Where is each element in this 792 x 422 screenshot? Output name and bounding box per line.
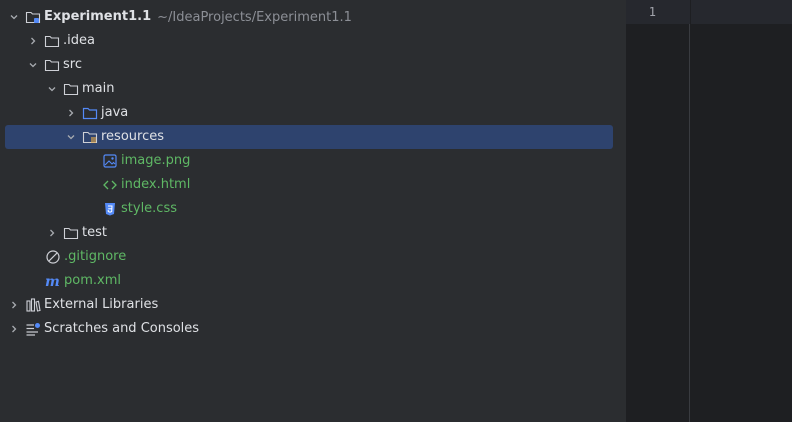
tree-node-resources[interactable]: resources bbox=[0, 125, 626, 149]
tree-node-scratches-and-consoles[interactable]: Scratches and Consoles bbox=[0, 317, 626, 341]
node-label: image.png bbox=[121, 153, 191, 168]
tree-node-test[interactable]: test bbox=[0, 221, 626, 245]
node-label: index.html bbox=[121, 177, 191, 192]
node-label: pom.xml bbox=[64, 273, 121, 288]
tree-node-idea[interactable]: .idea bbox=[0, 29, 626, 53]
folder-icon bbox=[44, 57, 60, 73]
scratches-icon bbox=[25, 321, 41, 337]
editor-pane[interactable]: 1 bbox=[626, 0, 792, 422]
project-path: ~/IdeaProjects/Experiment1.1 bbox=[157, 9, 352, 25]
chevron-down-icon[interactable] bbox=[64, 130, 78, 144]
folder-icon bbox=[44, 33, 60, 49]
node-label: .gitignore bbox=[64, 249, 127, 264]
node-label: External Libraries bbox=[44, 297, 159, 312]
tree-node-gitignore[interactable]: .gitignore bbox=[0, 245, 626, 269]
tree-node-src[interactable]: src bbox=[0, 53, 626, 77]
tree-node-project-root[interactable]: Experiment1.1 ~/IdeaProjects/Experiment1… bbox=[0, 5, 626, 29]
maven-file-icon: m bbox=[45, 273, 61, 289]
chevron-right-icon[interactable] bbox=[64, 106, 78, 120]
tree-node-pom-xml[interactable]: m pom.xml bbox=[0, 269, 626, 293]
node-label: Scratches and Consoles bbox=[44, 321, 200, 336]
image-file-icon bbox=[102, 153, 118, 169]
folder-icon bbox=[63, 225, 79, 241]
tree-node-java[interactable]: java bbox=[0, 101, 626, 125]
css-file-icon bbox=[102, 201, 118, 217]
node-label: resources bbox=[101, 129, 165, 144]
chevron-down-icon[interactable] bbox=[7, 10, 21, 24]
chevron-down-icon[interactable] bbox=[26, 58, 40, 72]
node-label: java bbox=[101, 105, 129, 120]
source-folder-icon bbox=[82, 105, 98, 121]
node-label: style.css bbox=[121, 201, 177, 216]
node-label: .idea bbox=[63, 33, 95, 48]
html-file-icon bbox=[102, 177, 118, 193]
module-folder-icon bbox=[25, 9, 41, 25]
node-label: main bbox=[82, 81, 115, 96]
tree-node-external-libraries[interactable]: External Libraries bbox=[0, 293, 626, 317]
tree-node-main[interactable]: main bbox=[0, 77, 626, 101]
node-label: test bbox=[82, 225, 107, 240]
node-label: src bbox=[63, 57, 82, 72]
tree-node-style-css[interactable]: style.css bbox=[0, 197, 626, 221]
chevron-right-icon[interactable] bbox=[7, 298, 21, 312]
project-tool-window: Experiment1.1 ~/IdeaProjects/Experiment1… bbox=[0, 0, 626, 422]
tree-node-image-png[interactable]: image.png bbox=[0, 149, 626, 173]
chevron-right-icon[interactable] bbox=[26, 34, 40, 48]
line-number: 1 bbox=[648, 5, 656, 19]
tree-node-index-html[interactable]: index.html bbox=[0, 173, 626, 197]
chevron-down-icon[interactable] bbox=[45, 82, 59, 96]
project-name: Experiment1.1 bbox=[44, 9, 152, 24]
line-number-gutter[interactable]: 1 bbox=[626, 0, 690, 422]
chevron-right-icon[interactable] bbox=[45, 226, 59, 240]
resources-folder-icon bbox=[82, 129, 98, 145]
current-line-highlight bbox=[691, 0, 792, 24]
svg-text:m: m bbox=[45, 274, 60, 289]
folder-icon bbox=[63, 81, 79, 97]
library-icon bbox=[25, 297, 41, 313]
chevron-right-icon[interactable] bbox=[7, 322, 21, 336]
ignore-file-icon bbox=[45, 249, 61, 265]
